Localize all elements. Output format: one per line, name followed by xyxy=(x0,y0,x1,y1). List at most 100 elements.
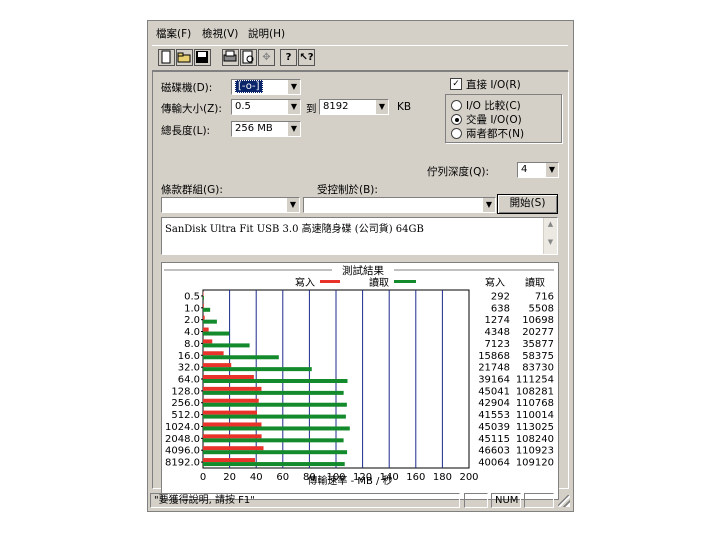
controlled-by-select[interactable]: ▼ xyxy=(303,197,496,213)
chevron-down-icon[interactable]: ▼ xyxy=(287,122,300,136)
write-bar xyxy=(203,386,262,391)
app-window: 檔案(F) 檢視(V) 說明(H) ✥ ? ↖? 磁碟機(D): [-o-] ▼… xyxy=(147,20,574,512)
y-tick-label: 128.0 xyxy=(171,386,200,397)
read-value: 110923 xyxy=(516,446,554,457)
transfer-from-value: 0.5 xyxy=(235,101,251,112)
y-tick-label: 64.0 xyxy=(178,375,200,386)
write-bar xyxy=(203,434,262,439)
overlap-io-radio[interactable] xyxy=(451,114,462,125)
read-value: 109120 xyxy=(516,458,554,469)
x-tick-label: 0 xyxy=(200,472,206,483)
new-document-icon[interactable] xyxy=(158,49,175,66)
write-value: 45115 xyxy=(478,434,510,445)
menu-help[interactable]: 說明(H) xyxy=(248,26,285,41)
status-bar: "要獲得說明, 請按 F1" NUM xyxy=(148,491,573,511)
total-length-label: 總長度(L): xyxy=(161,125,211,137)
menu-bar: 檔案(F) 檢視(V) 說明(H) xyxy=(148,21,573,43)
overlap-io-label: 交疊 I/O(O) xyxy=(466,114,522,126)
x-tick-label: 20 xyxy=(223,472,236,483)
io-compare-radio[interactable] xyxy=(451,100,462,111)
description-scrollbar[interactable]: ▲ ▼ xyxy=(543,218,557,254)
context-help-icon[interactable]: ↖? xyxy=(298,49,315,66)
y-tick-label: 4096.0 xyxy=(165,446,200,457)
transfer-from-select[interactable]: 0.5 ▼ xyxy=(231,99,301,115)
scroll-up-icon[interactable]: ▲ xyxy=(544,218,557,230)
group-label: 條款群組(G): xyxy=(161,184,223,196)
read-bar xyxy=(203,319,217,324)
read-bar xyxy=(203,307,211,312)
x-tick-label: 40 xyxy=(250,472,263,483)
y-tick-label: 256.0 xyxy=(171,398,200,409)
drive-value: [-o-] xyxy=(235,80,263,93)
to-label: 到 xyxy=(306,103,317,115)
move-icon[interactable]: ✥ xyxy=(258,49,275,66)
chevron-down-icon[interactable]: ▼ xyxy=(287,80,300,94)
print-preview-icon[interactable] xyxy=(240,49,257,66)
scroll-down-icon[interactable]: ▼ xyxy=(544,230,557,254)
group-select[interactable]: ▼ xyxy=(161,197,300,213)
write-value: 42904 xyxy=(478,398,510,409)
read-bar xyxy=(203,367,312,372)
legend-read-swatch xyxy=(394,280,416,283)
read-value: 110014 xyxy=(516,410,554,421)
x-axis-label: 傳輸速率 - MB / 秒 xyxy=(307,474,392,487)
y-tick-label: 8.0 xyxy=(184,339,200,350)
column-header-write: 寫入 xyxy=(485,276,505,289)
neither-label: 兩者都不(N) xyxy=(466,128,525,140)
description-textarea[interactable]: SanDisk Ultra Fit USB 3.0 高速隨身碟 (公司貨) 64… xyxy=(161,217,558,255)
read-bar xyxy=(203,379,348,383)
neither-radio[interactable] xyxy=(451,128,462,139)
read-bar xyxy=(203,426,350,431)
write-bar xyxy=(203,410,257,415)
status-panel-scroll xyxy=(524,493,554,508)
read-value: 5508 xyxy=(529,303,554,314)
results-panel: 測試結果 寫入 讀取 寫入 讀取 0 20 40 60 80 100 120 140 160 18… xyxy=(161,262,559,500)
total-length-select[interactable]: 256 MB ▼ xyxy=(231,121,301,137)
read-value: 108281 xyxy=(516,386,554,397)
write-bar xyxy=(203,315,205,320)
write-value: 638 xyxy=(491,303,510,314)
controlled-by-label: 受控制於(B): xyxy=(317,184,378,196)
y-tick-label: 0.5 xyxy=(184,291,200,302)
print-icon[interactable] xyxy=(222,49,239,66)
write-value: 45039 xyxy=(478,422,510,433)
read-value: 20277 xyxy=(522,327,554,338)
write-value: 4348 xyxy=(485,327,510,338)
chevron-down-icon[interactable]: ▼ xyxy=(286,198,299,212)
help-icon[interactable]: ? xyxy=(280,49,297,66)
write-bar xyxy=(203,375,254,379)
toolbar: ✥ ? ↖? xyxy=(152,45,568,71)
read-value: 108240 xyxy=(516,434,554,445)
save-icon[interactable] xyxy=(194,49,211,66)
queue-depth-label: 佇列深度(Q): xyxy=(427,166,489,178)
open-folder-icon[interactable] xyxy=(176,49,193,66)
results-title: 測試結果 xyxy=(342,264,384,277)
start-button[interactable]: 開始(S) xyxy=(497,194,558,214)
direct-io-checkbox[interactable]: ✓ xyxy=(450,78,462,90)
queue-depth-select[interactable]: 4 ▼ xyxy=(517,162,559,178)
chevron-down-icon[interactable]: ▼ xyxy=(482,198,495,212)
write-value: 1274 xyxy=(485,315,510,326)
chevron-down-icon[interactable]: ▼ xyxy=(375,100,388,114)
write-value: 40064 xyxy=(478,458,510,469)
chevron-down-icon[interactable]: ▼ xyxy=(545,163,558,177)
transfer-to-select[interactable]: 8192 ▼ xyxy=(319,99,389,115)
write-value: 39164 xyxy=(478,375,510,386)
chevron-down-icon[interactable]: ▼ xyxy=(287,100,300,114)
drive-select[interactable]: [-o-] ▼ xyxy=(231,79,301,95)
read-bar xyxy=(203,295,204,300)
resize-grip-icon[interactable] xyxy=(558,495,570,507)
write-value: 45041 xyxy=(478,386,510,397)
io-mode-group: I/O 比較(C) 交疊 I/O(O) 兩者都不(N) xyxy=(445,94,562,143)
read-bar xyxy=(203,343,250,348)
status-text: "要獲得說明, 請按 F1" xyxy=(150,493,460,508)
menu-file[interactable]: 檔案(F) xyxy=(156,26,191,41)
menu-view[interactable]: 檢視(V) xyxy=(202,26,238,41)
write-bar xyxy=(203,363,232,368)
read-value: 113025 xyxy=(516,422,554,433)
write-bar xyxy=(203,327,209,332)
y-tick-label: 16.0 xyxy=(178,351,200,362)
description-text: SanDisk Ultra Fit USB 3.0 高速隨身碟 (公司貨) 64… xyxy=(165,224,424,235)
read-bar xyxy=(203,438,344,443)
results-chart: 測試結果 寫入 讀取 寫入 讀取 0 20 40 60 80 100 120 140 160 18… xyxy=(164,264,554,487)
